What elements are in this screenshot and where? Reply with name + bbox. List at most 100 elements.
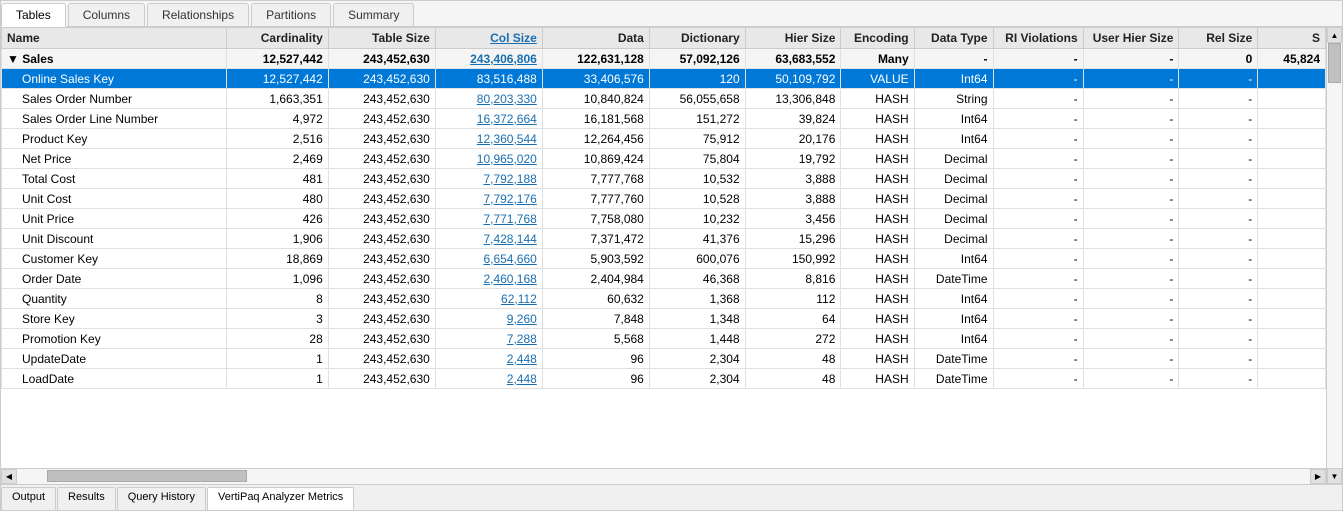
- col-header-data[interactable]: Data: [542, 28, 649, 49]
- row-col-size: 2,448: [435, 369, 542, 389]
- row-col-size: 9,260: [435, 309, 542, 329]
- v-scroll-thumb[interactable]: [1328, 43, 1341, 83]
- col-header-encoding[interactable]: Encoding: [841, 28, 914, 49]
- row-hier-size: 19,792: [745, 149, 841, 169]
- row-cardinality: 3: [227, 309, 328, 329]
- row-data-type: Int64: [914, 109, 993, 129]
- row-encoding: HASH: [841, 369, 914, 389]
- row-encoding: HASH: [841, 149, 914, 169]
- tab-tables[interactable]: Tables: [1, 3, 66, 27]
- col-header-dictionary[interactable]: Dictionary: [649, 28, 745, 49]
- row-user-hier-size: -: [1083, 349, 1179, 369]
- col-header-hier-size[interactable]: Hier Size: [745, 28, 841, 49]
- group-row-sales[interactable]: ▼ Sales 12,527,442 243,452,630 243,406,8…: [2, 49, 1326, 69]
- col-header-table-size[interactable]: Table Size: [328, 28, 435, 49]
- h-scroll-right-btn[interactable]: ▶: [1310, 469, 1326, 484]
- row-user-hier-size: -: [1083, 149, 1179, 169]
- row-name: Unit Cost: [2, 189, 227, 209]
- row-table-size: 243,452,630: [328, 109, 435, 129]
- row-encoding: HASH: [841, 349, 914, 369]
- col-header-user-hier-size[interactable]: User Hier Size: [1083, 28, 1179, 49]
- col-header-name[interactable]: Name: [2, 28, 227, 49]
- row-ri-violations: -: [993, 69, 1083, 89]
- tab-summary[interactable]: Summary: [333, 3, 414, 26]
- v-scroll-down-btn[interactable]: ▼: [1327, 468, 1342, 484]
- col-header-rel-size[interactable]: Rel Size: [1179, 28, 1258, 49]
- table-row[interactable]: Net Price 2,469 243,452,630 10,965,020 1…: [2, 149, 1326, 169]
- row-data: 7,758,080: [542, 209, 649, 229]
- bottom-tab-results[interactable]: Results: [57, 487, 116, 510]
- row-cardinality: 4,972: [227, 109, 328, 129]
- row-cardinality: 1,906: [227, 229, 328, 249]
- row-user-hier-size: -: [1083, 369, 1179, 389]
- row-extra: [1258, 109, 1326, 129]
- row-extra: [1258, 209, 1326, 229]
- table-row[interactable]: Product Key 2,516 243,452,630 12,360,544…: [2, 129, 1326, 149]
- table-row[interactable]: Order Date 1,096 243,452,630 2,460,168 2…: [2, 269, 1326, 289]
- table-row[interactable]: LoadDate 1 243,452,630 2,448 96 2,304 48…: [2, 369, 1326, 389]
- table-row[interactable]: Unit Cost 480 243,452,630 7,792,176 7,77…: [2, 189, 1326, 209]
- row-data: 7,777,760: [542, 189, 649, 209]
- row-col-size: 2,448: [435, 349, 542, 369]
- group-dictionary: 57,092,126: [649, 49, 745, 69]
- table-row[interactable]: Store Key 3 243,452,630 9,260 7,848 1,34…: [2, 309, 1326, 329]
- v-scroll-track[interactable]: [1327, 43, 1342, 468]
- bottom-tab-output[interactable]: Output: [1, 487, 56, 510]
- row-user-hier-size: -: [1083, 69, 1179, 89]
- col-header-ri-violations[interactable]: RI Violations: [993, 28, 1083, 49]
- row-hier-size: 150,992: [745, 249, 841, 269]
- table-row[interactable]: Sales Order Number 1,663,351 243,452,630…: [2, 89, 1326, 109]
- row-cardinality: 1: [227, 349, 328, 369]
- h-scrollbar[interactable]: ◀ ▶: [1, 468, 1326, 484]
- row-user-hier-size: -: [1083, 229, 1179, 249]
- h-scroll-left-btn[interactable]: ◀: [1, 469, 17, 484]
- row-extra: [1258, 269, 1326, 289]
- table-row[interactable]: Customer Key 18,869 243,452,630 6,654,66…: [2, 249, 1326, 269]
- table-row[interactable]: Unit Price 426 243,452,630 7,771,768 7,7…: [2, 209, 1326, 229]
- row-data: 16,181,568: [542, 109, 649, 129]
- v-scroll-up-btn[interactable]: ▲: [1327, 27, 1342, 43]
- row-cardinality: 1,663,351: [227, 89, 328, 109]
- col-header-extra[interactable]: S: [1258, 28, 1326, 49]
- table-row[interactable]: Unit Discount 1,906 243,452,630 7,428,14…: [2, 229, 1326, 249]
- table-row[interactable]: Sales Order Line Number 4,972 243,452,63…: [2, 109, 1326, 129]
- group-name: ▼ Sales: [2, 49, 227, 69]
- tab-partitions[interactable]: Partitions: [251, 3, 331, 26]
- row-ri-violations: -: [993, 289, 1083, 309]
- row-col-size: 7,428,144: [435, 229, 542, 249]
- row-ri-violations: -: [993, 89, 1083, 109]
- h-scroll-thumb[interactable]: [47, 470, 247, 482]
- row-extra: [1258, 169, 1326, 189]
- row-dictionary: 2,304: [649, 349, 745, 369]
- row-user-hier-size: -: [1083, 209, 1179, 229]
- row-encoding: HASH: [841, 289, 914, 309]
- row-name: Unit Discount: [2, 229, 227, 249]
- table-row[interactable]: Quantity 8 243,452,630 62,112 60,632 1,3…: [2, 289, 1326, 309]
- row-encoding: HASH: [841, 329, 914, 349]
- col-header-cardinality[interactable]: Cardinality: [227, 28, 328, 49]
- row-table-size: 243,452,630: [328, 349, 435, 369]
- row-cardinality: 481: [227, 169, 328, 189]
- row-hier-size: 48: [745, 349, 841, 369]
- tab-columns[interactable]: Columns: [68, 3, 145, 26]
- row-table-size: 243,452,630: [328, 369, 435, 389]
- data-table: Name Cardinality Table Size Col Size Dat…: [1, 27, 1326, 389]
- bottom-tab-query-history[interactable]: Query History: [117, 487, 206, 510]
- bottom-tab-vertipaq[interactable]: VertiPaq Analyzer Metrics: [207, 487, 354, 510]
- col-header-data-type[interactable]: Data Type: [914, 28, 993, 49]
- row-hier-size: 39,824: [745, 109, 841, 129]
- tab-relationships[interactable]: Relationships: [147, 3, 249, 26]
- row-dictionary: 10,232: [649, 209, 745, 229]
- table-row[interactable]: Total Cost 481 243,452,630 7,792,188 7,7…: [2, 169, 1326, 189]
- row-cardinality: 426: [227, 209, 328, 229]
- table-row[interactable]: UpdateDate 1 243,452,630 2,448 96 2,304 …: [2, 349, 1326, 369]
- h-scroll-track[interactable]: [17, 469, 1310, 484]
- row-name: Product Key: [2, 129, 227, 149]
- col-header-col-size[interactable]: Col Size: [435, 28, 542, 49]
- group-table-size: 243,452,630: [328, 49, 435, 69]
- table-row[interactable]: Promotion Key 28 243,452,630 7,288 5,568…: [2, 329, 1326, 349]
- v-scrollbar[interactable]: ▲ ▼: [1326, 27, 1342, 484]
- scroll-area[interactable]: Name Cardinality Table Size Col Size Dat…: [1, 27, 1326, 468]
- table-row[interactable]: Online Sales Key 12,527,442 243,452,630 …: [2, 69, 1326, 89]
- row-data-type: DateTime: [914, 369, 993, 389]
